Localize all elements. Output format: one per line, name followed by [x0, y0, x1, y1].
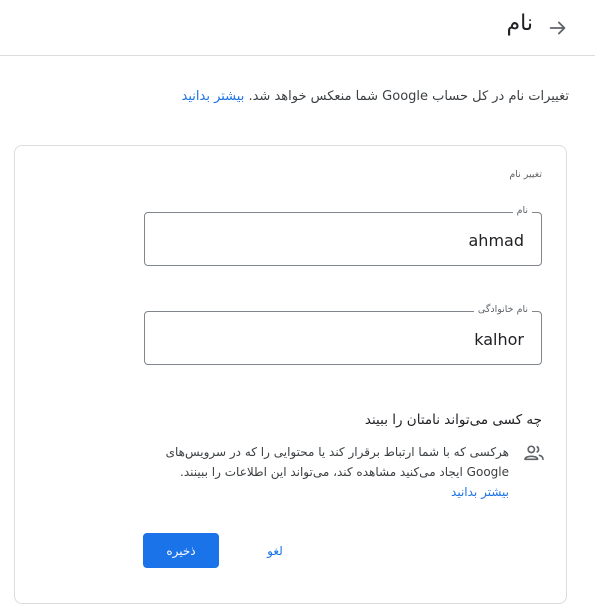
visibility-text: هرکسی که با شما ارتباط برقرار کند یا محت… — [165, 445, 509, 479]
cancel-button[interactable]: لغو — [255, 533, 295, 568]
learn-more-link[interactable]: بیشتر بدانید — [182, 89, 245, 104]
save-button[interactable]: ذخیره — [143, 533, 219, 568]
arrow-right-icon[interactable] — [547, 17, 569, 39]
first-name-label: نام — [512, 205, 532, 216]
visibility-heading: چه کسی می‌تواند نامتان را ببیند — [364, 412, 542, 428]
change-name-card: تغییر نام نام نام خانوادگی چه کسی می‌توا… — [14, 145, 567, 604]
top-bar: نام — [0, 0, 595, 56]
visibility-learn-more-link[interactable]: بیشتر بدانید — [451, 485, 509, 499]
people-icon — [524, 445, 544, 461]
last-name-input[interactable] — [155, 326, 526, 352]
intro-message: تغییرات نام در کل حساب Google شما منعکس … — [244, 89, 569, 104]
visibility-description: هرکسی که با شما ارتباط برقرار کند یا محت… — [161, 442, 509, 502]
intro-text: تغییرات نام در کل حساب Google شما منعکس … — [182, 89, 569, 104]
last-name-field[interactable]: نام خانوادگی — [144, 304, 542, 365]
first-name-field[interactable]: نام — [144, 205, 542, 266]
card-title: تغییر نام — [509, 169, 542, 180]
last-name-label: نام خانوادگی — [473, 304, 532, 315]
page-title: نام — [506, 11, 533, 36]
first-name-input[interactable] — [155, 227, 526, 253]
